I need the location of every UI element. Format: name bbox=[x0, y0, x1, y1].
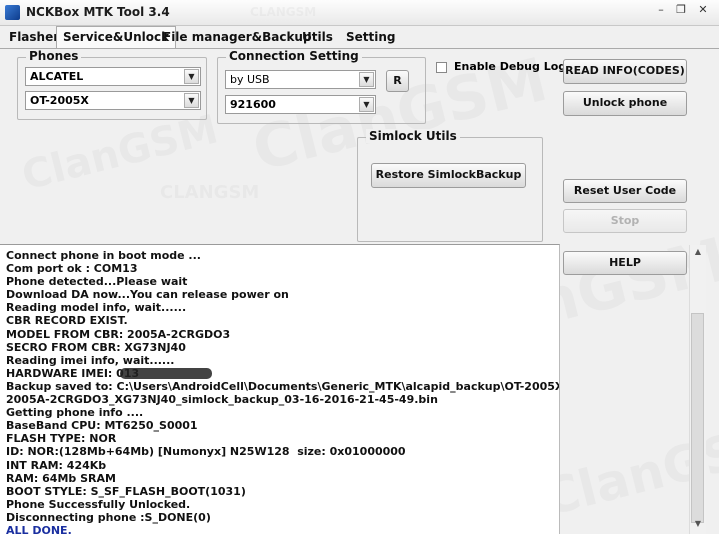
log-output[interactable]: Connect phone in boot mode ... Com port o… bbox=[0, 244, 560, 534]
restore-simlock-backup-button[interactable]: Restore SimlockBackup bbox=[371, 163, 526, 188]
log-line: Connect phone in boot mode ... bbox=[6, 249, 201, 262]
log-line: ID: NOR:(128Mb+64Mb) [Numonyx] N25W128 s… bbox=[6, 445, 406, 459]
connection-port-value: by USB bbox=[230, 73, 270, 86]
log-line: HARDWARE IMEI: 013 bbox=[6, 366, 140, 380]
connection-group-label: Connection Setting bbox=[226, 49, 362, 63]
title-bar: NCKBox MTK Tool 3.4 – ❐ ✕ bbox=[0, 0, 719, 26]
scroll-up-icon[interactable]: ▲ bbox=[690, 245, 706, 259]
phone-model-select[interactable]: OT-2005X ▼ bbox=[25, 91, 201, 110]
log-line: BOOT STYLE: S_SF_FLASH_BOOT(1031) bbox=[6, 484, 246, 498]
minimize-icon[interactable]: – bbox=[652, 3, 670, 18]
log-line: Reading model info, wait...... bbox=[6, 301, 187, 315]
simlock-utils-group: Simlock Utils bbox=[357, 129, 543, 242]
read-info-button[interactable]: READ INFO(CODES) bbox=[563, 59, 687, 84]
log-scrollbar[interactable]: ▲ ▼ bbox=[689, 245, 706, 534]
baud-rate-select[interactable]: 921600 ▼ bbox=[225, 95, 376, 114]
tab-setting[interactable]: Setting bbox=[340, 27, 402, 47]
debug-log-checkbox[interactable] bbox=[436, 62, 447, 73]
chevron-down-icon[interactable]: ▼ bbox=[184, 93, 199, 108]
log-line: Com port ok : COM13 bbox=[6, 262, 138, 276]
log-line: Phone detected...Please wait bbox=[6, 275, 188, 289]
help-button[interactable]: HELP bbox=[563, 251, 687, 275]
tab-utils[interactable]: Utils bbox=[296, 27, 339, 47]
watermark: CLANGSM bbox=[160, 182, 260, 203]
chevron-down-icon[interactable]: ▼ bbox=[359, 97, 374, 112]
phone-model-value: OT-2005X bbox=[30, 94, 89, 107]
reset-user-code-button[interactable]: Reset User Code bbox=[563, 179, 687, 203]
log-line: ALL DONE. bbox=[6, 523, 72, 534]
phone-brand-value: ALCATEL bbox=[30, 70, 84, 83]
scroll-thumb[interactable] bbox=[691, 313, 704, 523]
log-line: Reading imei info, wait...... bbox=[6, 353, 175, 367]
log-lines: Connect phone in boot mode ... Com port o… bbox=[6, 249, 559, 534]
chevron-down-icon[interactable]: ▼ bbox=[184, 69, 199, 84]
restore-icon[interactable]: ❐ bbox=[672, 3, 690, 18]
tab-file-manager-backup[interactable]: File manager&Backup bbox=[157, 27, 318, 47]
scroll-down-icon[interactable]: ▼ bbox=[690, 517, 706, 531]
log-line: RAM: 64Mb SRAM bbox=[6, 471, 116, 485]
connection-port-select[interactable]: by USB ▼ bbox=[225, 70, 376, 89]
phones-group-label: Phones bbox=[26, 49, 82, 63]
window-title: NCKBox MTK Tool 3.4 bbox=[26, 5, 170, 19]
log-line: Download DA now...You can release power … bbox=[6, 288, 289, 302]
log-line: 2005A-2CRGDO3_XG73NJ40_simlock_backup_03… bbox=[6, 393, 438, 407]
watermark: ClanGSM bbox=[17, 106, 223, 200]
log-line: SECRO FROM CBR: XG73NJ40 bbox=[6, 340, 186, 354]
log-line: Backup saved to: C:\Users\AndroidCell\Do… bbox=[6, 379, 559, 393]
debug-log-label: Enable Debug Log bbox=[454, 60, 567, 73]
log-line: INT RAM: 424Kb bbox=[6, 458, 107, 472]
unlock-phone-button[interactable]: Unlock phone bbox=[563, 91, 687, 116]
log-line: FLASH TYPE: NOR bbox=[6, 432, 117, 446]
redacted-imei-mark bbox=[120, 368, 212, 379]
refresh-ports-button[interactable]: R bbox=[386, 70, 409, 92]
baud-rate-value: 921600 bbox=[230, 98, 276, 111]
phone-brand-select[interactable]: ALCATEL ▼ bbox=[25, 67, 201, 86]
log-line: Phone Successfully Unlocked. bbox=[6, 497, 191, 511]
log-line: MODEL FROM CBR: 2005A-2CRGDO3 bbox=[6, 327, 231, 341]
log-line: CBR RECORD EXIST. bbox=[6, 314, 128, 328]
close-icon[interactable]: ✕ bbox=[694, 3, 712, 18]
log-line: Getting phone info .... bbox=[6, 406, 144, 420]
stop-button: Stop bbox=[563, 209, 687, 233]
tab-bar: Flasher Service&Unlock File manager&Back… bbox=[0, 26, 719, 49]
app-icon bbox=[5, 5, 20, 20]
simlock-utils-label: Simlock Utils bbox=[366, 129, 460, 143]
log-line: BaseBand CPU: MT6250_S0001 bbox=[6, 419, 198, 433]
log-line: Disconnecting phone :S_DONE(0) bbox=[6, 510, 211, 524]
chevron-down-icon[interactable]: ▼ bbox=[359, 72, 374, 87]
